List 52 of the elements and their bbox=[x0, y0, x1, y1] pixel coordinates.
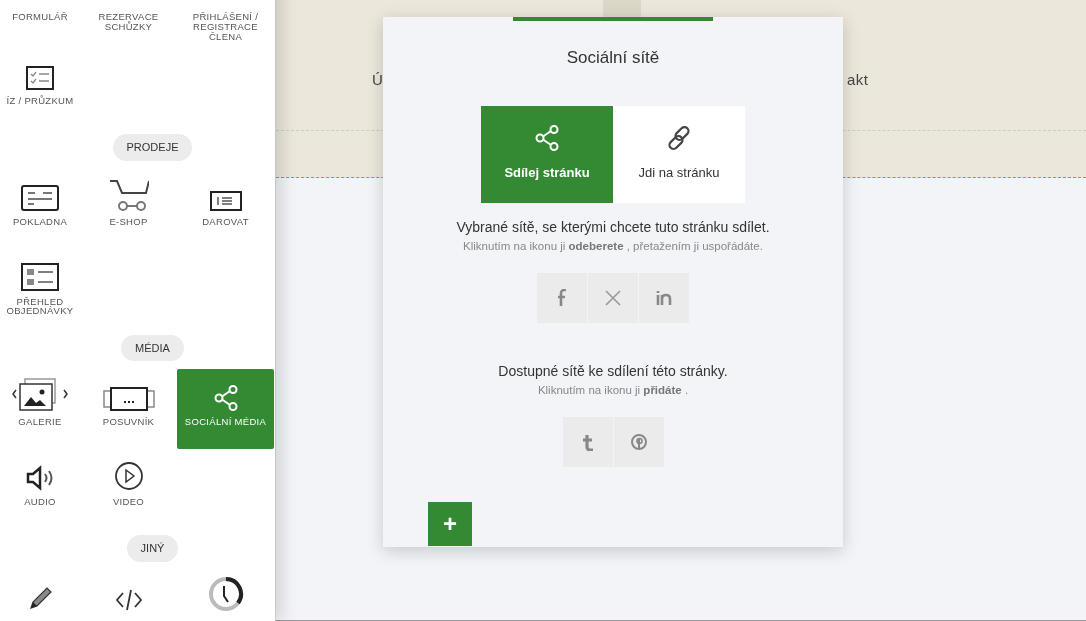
add-button[interactable]: + bbox=[428, 502, 472, 546]
section-heading: Vybrané sítě, se kterými chcete tuto stránku sdílet. bbox=[455, 217, 771, 237]
widget-item[interactable]: PŘIHLÁŠENÍ / REGISTRACE ČLENA bbox=[177, 0, 274, 48]
pinterest-icon bbox=[630, 434, 647, 450]
nav-link[interactable]: Ú bbox=[372, 69, 384, 92]
list-box-icon bbox=[209, 190, 242, 211]
code-icon bbox=[114, 587, 143, 612]
widget-item[interactable]: POSUVNÍK bbox=[80, 369, 177, 449]
cart-icon bbox=[108, 178, 149, 211]
widget-item[interactable]: FORMULÁŘ bbox=[0, 0, 80, 48]
share-icon bbox=[535, 125, 559, 152]
checklist-icon bbox=[26, 66, 54, 90]
gallery-icon bbox=[12, 377, 68, 411]
speaker-icon bbox=[26, 465, 54, 491]
nav-link[interactable]: akt bbox=[847, 69, 869, 92]
network-tile[interactable] bbox=[613, 417, 664, 467]
timer-icon bbox=[207, 575, 244, 612]
instruction-text: Kliknutím na ikonu ji odeberete , přetažením ji uspořádáte. bbox=[462, 238, 764, 254]
widget-item[interactable]: E-SHOP bbox=[80, 168, 177, 249]
linkedin-icon bbox=[656, 290, 672, 306]
order-list-icon bbox=[21, 262, 59, 291]
pencil-icon bbox=[27, 585, 53, 612]
card-icon bbox=[21, 184, 59, 211]
widget-item[interactable]: ÍZ / PRŮZKUM bbox=[0, 48, 80, 128]
widget-item[interactable]: SOCIÁLNÍ MÉDIA bbox=[177, 369, 274, 449]
section-heading: JINÝ bbox=[126, 535, 179, 562]
widget-item[interactable]: REZERVACE SCHŮZKY bbox=[80, 0, 177, 48]
widget-item[interactable]: PŘEHLED OBJEDNÁVKY bbox=[0, 248, 80, 329]
logo-placeholder bbox=[603, 0, 641, 20]
play-icon bbox=[113, 461, 144, 491]
section-heading: MÉDIA bbox=[121, 334, 184, 361]
tumblr-icon bbox=[581, 433, 594, 451]
network-tile[interactable] bbox=[639, 272, 689, 323]
network-tile[interactable] bbox=[537, 272, 587, 323]
x-icon bbox=[605, 289, 621, 306]
tab[interactable]: Sdílej stránku bbox=[481, 105, 613, 203]
instruction-text: Kliknutím na ikonu ji přidáte . bbox=[536, 382, 690, 398]
link-icon bbox=[666, 125, 692, 152]
widget-item[interactable]: POKLADNA bbox=[0, 168, 80, 249]
share-icon bbox=[213, 385, 238, 411]
widget-item[interactable]: GALERIE bbox=[0, 369, 80, 449]
section-heading: PRODEJE bbox=[112, 134, 193, 161]
widget-item[interactable]: DAROVAT bbox=[177, 168, 274, 249]
widget-item[interactable]: VIDEO bbox=[80, 449, 177, 529]
widget-item[interactable]: AUDIO bbox=[0, 449, 80, 529]
network-tile[interactable] bbox=[588, 272, 638, 323]
network-tile[interactable] bbox=[562, 417, 613, 467]
section-heading: Dostupné sítě ke sdílení této stránky. bbox=[497, 361, 729, 381]
facebook-icon bbox=[557, 288, 567, 307]
dialog-title: Sociální sítě bbox=[565, 47, 661, 69]
tab[interactable]: Jdi na stránku bbox=[613, 105, 745, 203]
slider-icon bbox=[102, 387, 155, 411]
